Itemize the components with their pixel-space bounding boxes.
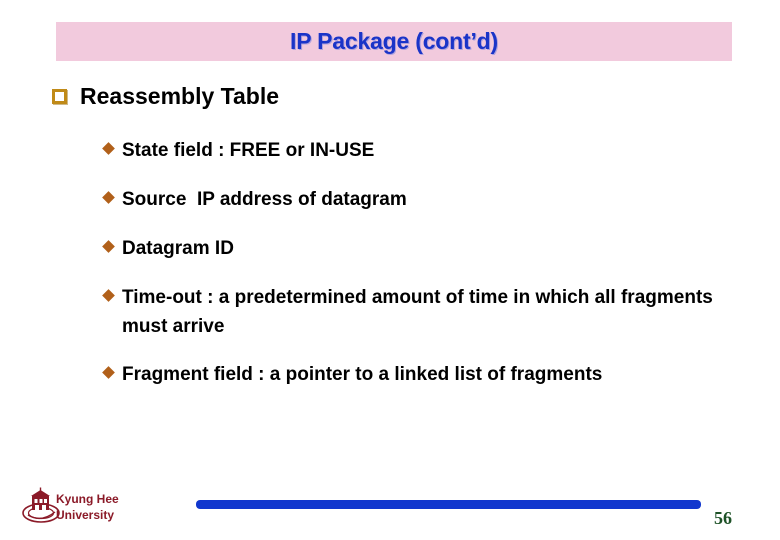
list-item-label: State field : FREE or IN-USE xyxy=(122,140,375,161)
list-item: Time-out : a predetermined amount of tim… xyxy=(102,283,734,341)
hollow-square-bullet-icon xyxy=(52,89,67,104)
list-item-label: Datagram ID xyxy=(122,238,234,259)
list-item: State field : FREE or IN-USE xyxy=(102,136,734,165)
slide-canvas: IP Package (cont’d) Reassembly Table Sta… xyxy=(0,0,780,540)
slide-title-banner: IP Package (cont’d) xyxy=(56,22,732,61)
list-item: Fragment field : a pointer to a linked l… xyxy=(102,360,734,389)
section-heading-label: Reassembly Table xyxy=(80,83,280,109)
list-item-label: Fragment field : a pointer to a linked l… xyxy=(122,364,603,385)
diamond-bullet-icon xyxy=(102,142,115,155)
list-item-label: Source IP address of datagram xyxy=(122,189,407,210)
list-item: Source IP address of datagram xyxy=(102,185,734,214)
slide-title: IP Package (cont’d) xyxy=(290,28,498,54)
diamond-bullet-icon xyxy=(102,289,115,302)
section-heading: Reassembly Table xyxy=(52,82,279,110)
page-number: 56 xyxy=(714,508,732,528)
list-item: Datagram ID xyxy=(102,234,734,263)
diamond-bullet-icon xyxy=(102,366,115,379)
kyung-hee-university-crest-icon xyxy=(22,487,60,527)
diamond-bullet-icon xyxy=(102,240,115,253)
bullet-list: State field : FREE or IN-USE Source IP a… xyxy=(102,136,734,408)
footer-organization: Kyung Hee University xyxy=(56,492,119,522)
footer-divider-bar xyxy=(196,500,701,509)
diamond-bullet-icon xyxy=(102,191,115,204)
list-item-label: Time-out : a predetermined amount of tim… xyxy=(122,287,719,337)
